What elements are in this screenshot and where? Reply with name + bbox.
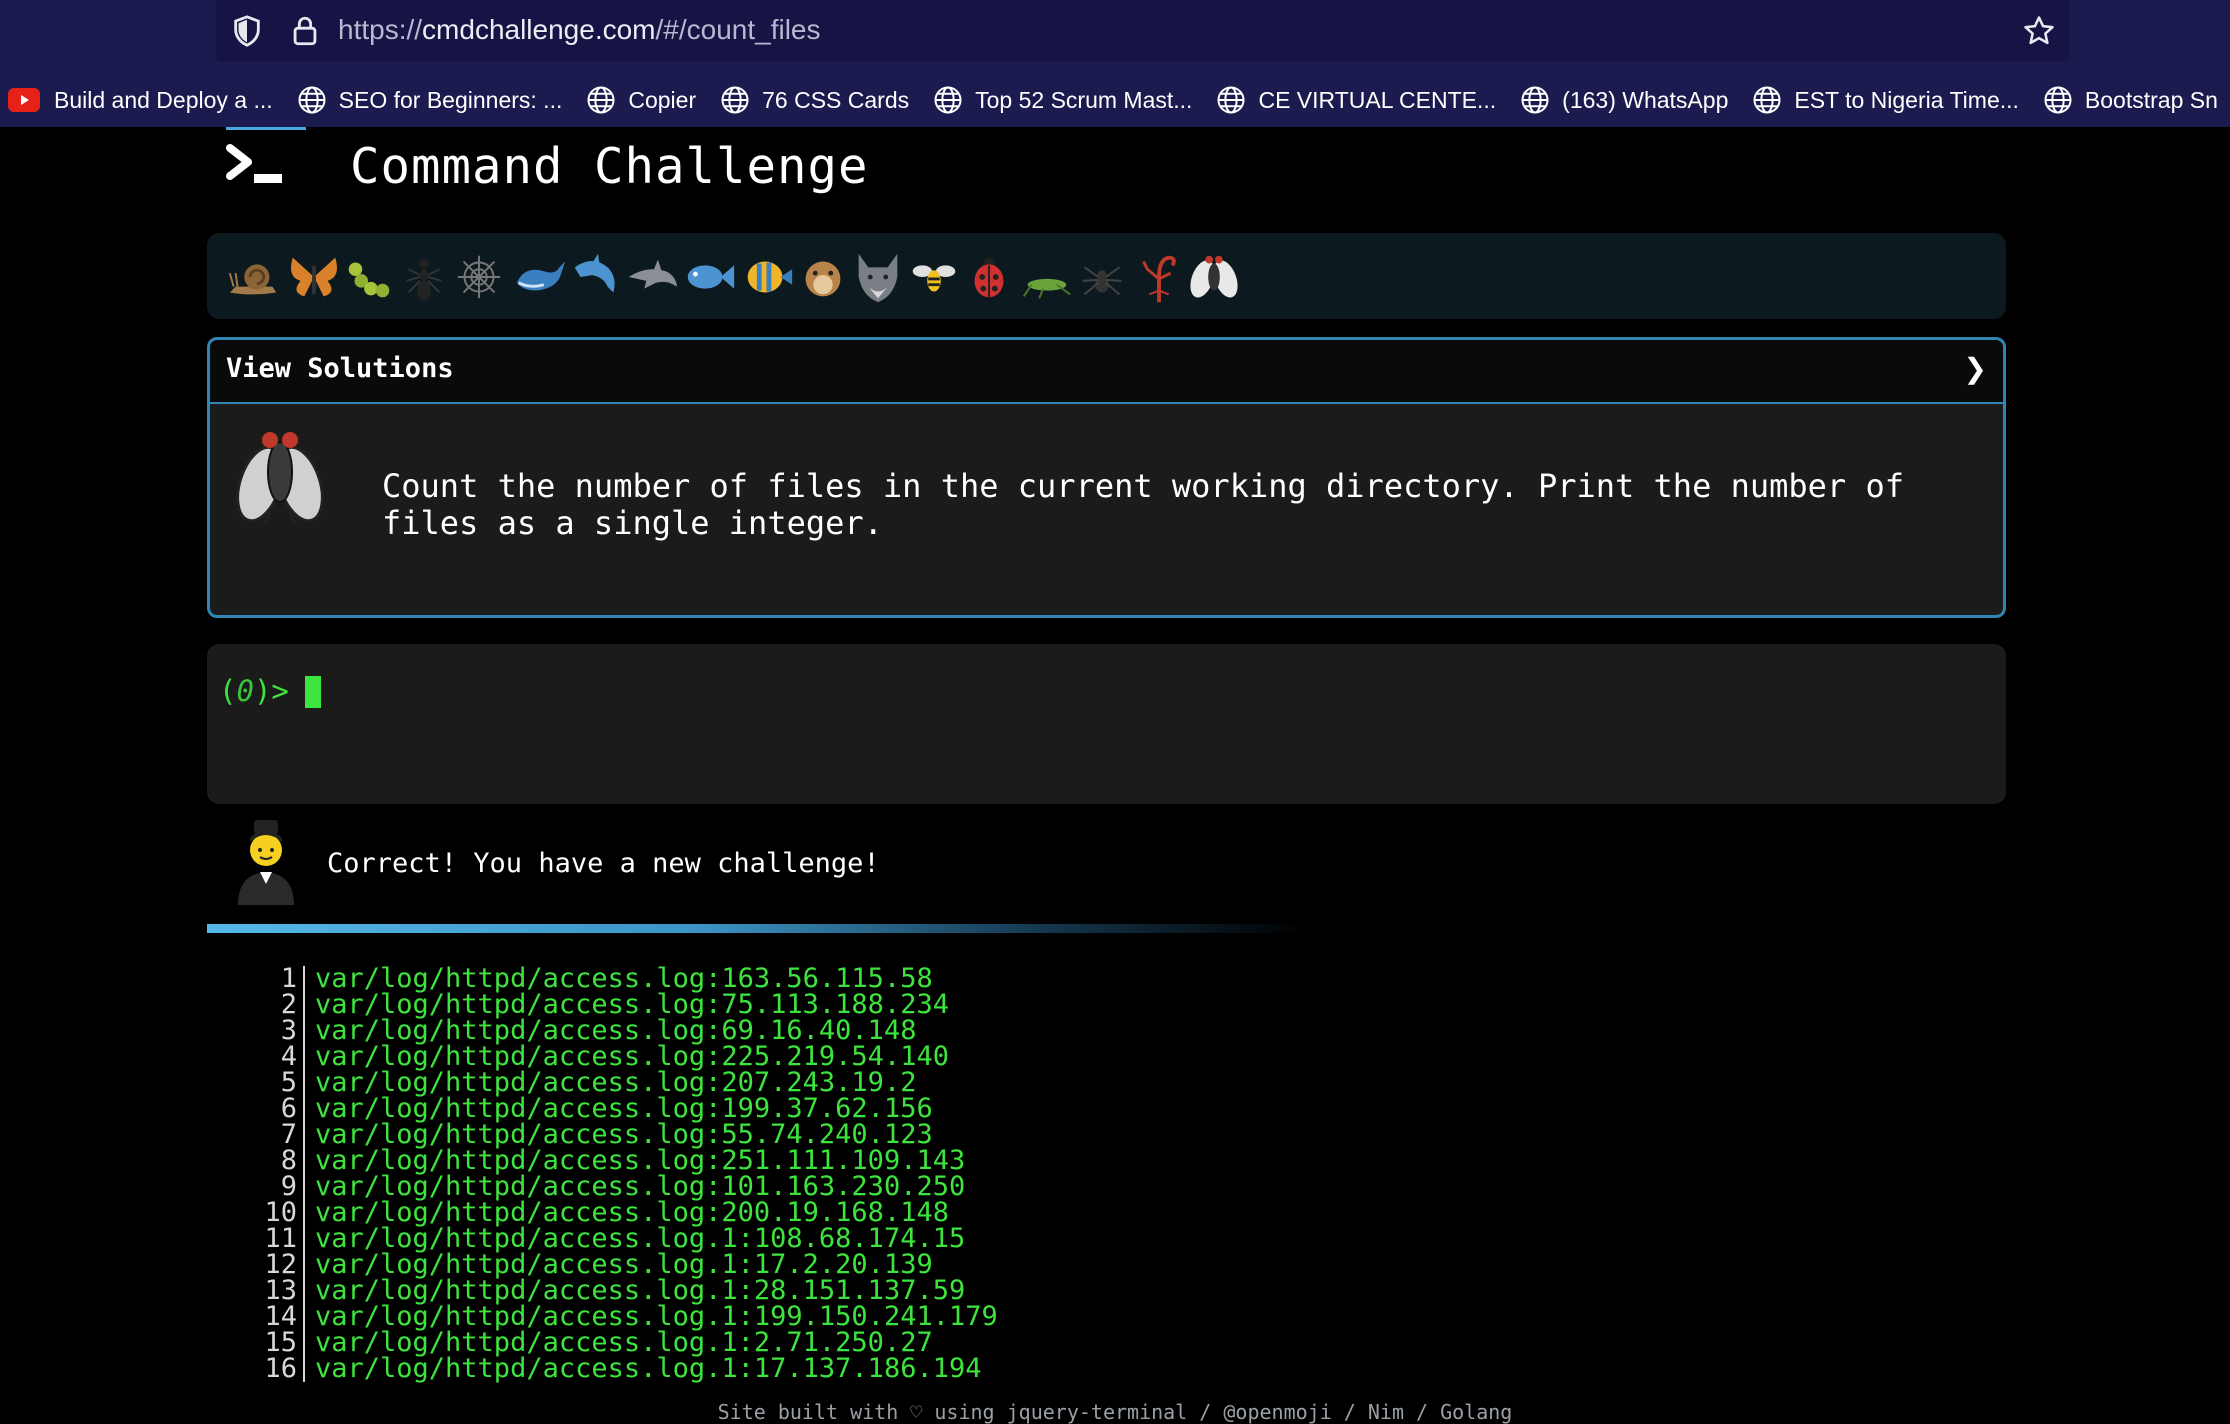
bookmark-item[interactable]: 76 CSS Cards [720, 85, 909, 115]
butterfly-icon[interactable] [284, 247, 344, 307]
whale-icon[interactable] [510, 247, 570, 307]
site-footer: Site built with ♡ using jquery-terminal … [717, 1400, 1513, 1424]
bookmark-label: Bootstrap Sn [2084, 86, 2218, 113]
globe-icon [1217, 86, 1245, 114]
globe-icon [587, 86, 615, 114]
globe-icon [1521, 86, 1549, 114]
fly-icon[interactable] [1184, 247, 1244, 307]
bookmark-item[interactable]: Bootstrap Sn [2043, 85, 2218, 115]
url-scheme: https:// [338, 14, 423, 45]
bookmark-label: EST to Nigeria Time... [1794, 86, 2019, 113]
spider-web-icon[interactable] [449, 247, 509, 307]
url-path: /#/count_files [655, 14, 821, 45]
globe-icon [1753, 86, 1781, 114]
output-line: 16 var/log/httpd/access.log.1:17.137.186.… [250, 1353, 1450, 1384]
address-bar[interactable]: https://cmdchallenge.com/#/count_files [216, 0, 2070, 62]
browser-toolbar: https://cmdchallenge.com/#/count_files B… [0, 0, 2230, 127]
bookmark-item[interactable]: EST to Nigeria Time... [1752, 85, 2019, 115]
chevron-right-icon[interactable]: ❯ [1964, 352, 1987, 385]
challenge-animal-bar [207, 233, 2006, 319]
bookmark-label: (163) WhatsApp [1562, 86, 1729, 113]
bookmark-label: Copier [628, 86, 697, 113]
site-title[interactable]: Command Challenge [350, 138, 869, 195]
view-solutions-header[interactable]: View Solutions ❯ [210, 340, 2003, 404]
blowfish-icon[interactable] [793, 247, 853, 307]
dolphin-grey-icon[interactable] [624, 247, 684, 307]
bookmarks-bar: Build and Deploy a ... SEO for Beginners:… [0, 80, 2230, 120]
bookmark-item[interactable]: Build and Deploy a ... [8, 87, 273, 114]
bookmark-label: Build and Deploy a ... [54, 86, 273, 113]
lock-icon[interactable] [288, 14, 322, 48]
view-solutions-label[interactable]: View Solutions [226, 353, 454, 384]
youtube-icon [8, 88, 40, 112]
globe-icon [2044, 86, 2072, 114]
bookmark-item[interactable]: Copier [586, 85, 696, 115]
tropical-fish-icon[interactable] [737, 247, 797, 307]
url-host: cmdchallenge.com [422, 14, 656, 45]
ant-icon[interactable] [394, 247, 454, 307]
terminal-prompt: (0)> [219, 674, 289, 708]
terminal-input-area[interactable]: (0)> [207, 644, 2006, 804]
bookmark-label: SEO for Beginners: ... [338, 86, 563, 113]
terminal-prompt-icon[interactable] [226, 140, 286, 192]
challenge-description: Count the number of files in the current… [382, 467, 1904, 542]
fly-icon [236, 432, 324, 527]
progress-fill [207, 924, 1307, 933]
challenge-panel: View Solutions ❯ Count the number of fil… [207, 337, 2006, 618]
feedback-row: Correct! You have a new challenge! [232, 820, 1432, 905]
ladybug-icon[interactable] [959, 247, 1019, 307]
bookmark-item[interactable]: (163) WhatsApp [1520, 85, 1728, 115]
fish-icon[interactable] [679, 247, 739, 307]
progress-bar [207, 924, 1307, 933]
shield-icon[interactable] [230, 14, 264, 48]
url-text[interactable]: https://cmdchallenge.com/#/count_files [338, 14, 821, 46]
bookmark-label: CE VIRTUAL CENTE... [1258, 86, 1497, 113]
prompt-close: )> [253, 674, 289, 708]
judge-avatar-icon [238, 820, 294, 905]
cricket-icon[interactable] [1017, 247, 1077, 307]
scorpion-icon[interactable] [1129, 247, 1189, 307]
feedback-message: Correct! You have a new challenge! [327, 848, 880, 879]
bookmark-label: 76 CSS Cards [762, 86, 910, 113]
bookmark-item[interactable]: CE VIRTUAL CENTE... [1216, 85, 1496, 115]
command-output: 1 var/log/httpd/access.log:163.56.115.58 2… [250, 965, 1450, 1384]
bookmark-label: Top 52 Scrum Mast... [975, 86, 1193, 113]
line-number: 16 [250, 1355, 305, 1382]
dolphin-blue-icon[interactable] [564, 247, 624, 307]
terminal-cursor[interactable] [305, 676, 321, 708]
caterpillar-icon[interactable] [339, 247, 399, 307]
globe-icon [298, 86, 326, 114]
logo-underline [226, 127, 306, 130]
prompt-open: ( [219, 674, 237, 708]
bookmark-item[interactable]: SEO for Beginners: ... [297, 85, 563, 115]
snail-icon[interactable] [223, 247, 283, 307]
wolf-icon[interactable] [848, 247, 908, 307]
bookmark-item[interactable]: Top 52 Scrum Mast... [933, 85, 1192, 115]
bee-icon[interactable] [904, 247, 964, 307]
spider-icon[interactable] [1072, 247, 1132, 307]
exit-code: 0 [236, 674, 254, 708]
globe-icon [934, 86, 962, 114]
bookmark-star-icon[interactable] [2022, 14, 2056, 48]
output-text: var/log/httpd/access.log.1:17.137.186.19… [315, 1353, 982, 1384]
globe-icon [721, 86, 749, 114]
